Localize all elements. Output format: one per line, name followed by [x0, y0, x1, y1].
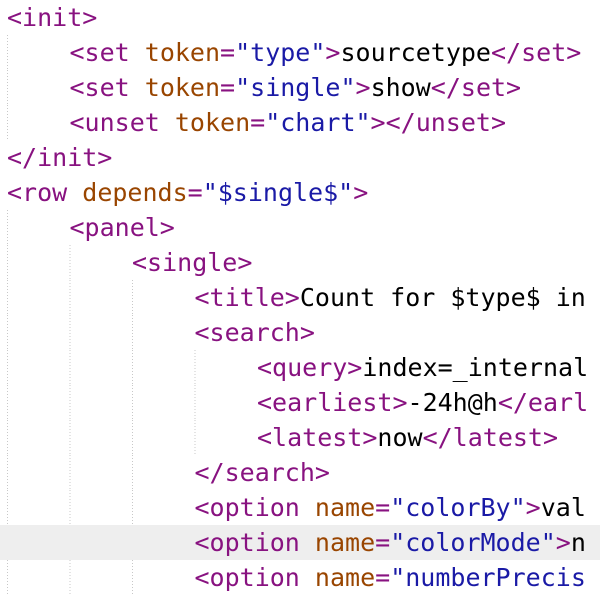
code-token-attr: depends [82, 178, 188, 207]
code-token-tag: </earl [497, 388, 589, 417]
code-token-txt: show [370, 73, 431, 102]
code-token-eq: = [187, 178, 203, 207]
code-token-tag: <search> [194, 318, 315, 347]
code-token-tag: </init> [7, 143, 113, 172]
code-token-tag: > [525, 493, 541, 522]
code-line-content: <option name="numberPrecis [195, 560, 586, 595]
code-line[interactable]: <query>index=_internal [0, 350, 600, 385]
code-line-content: </init> [7, 140, 112, 175]
code-token-tag: </latest> [422, 423, 559, 452]
code-token-attr: token [144, 38, 221, 67]
code-token-tag: > [355, 73, 371, 102]
code-token-txt: -24h@h [407, 388, 498, 417]
code-token-str: "colorBy" [390, 493, 526, 522]
code-token-txt: sourcetype [340, 38, 491, 67]
code-line[interactable]: <set token="single">show</set> [0, 70, 600, 105]
code-line-content: <query>index=_internal [257, 350, 588, 385]
code-token-eq: = [375, 563, 391, 592]
code-line[interactable]: <set token="type">sourcetype</set> [0, 35, 600, 70]
code-line[interactable]: <latest>now</latest> [0, 420, 600, 455]
code-line[interactable]: <init> [0, 0, 600, 35]
code-line-content: <unset token="chart"></unset> [70, 105, 507, 140]
code-token-tag: <option [194, 563, 315, 592]
code-line-content: <single> [132, 245, 252, 280]
code-token-tag: <row [7, 178, 83, 207]
code-line-content: <option name="colorMode">n [195, 525, 586, 560]
code-token-tag: > [555, 528, 571, 557]
code-line-content: <init> [7, 0, 97, 35]
code-token-attr: token [174, 108, 251, 137]
code-token-str: "type" [235, 38, 326, 67]
code-line-content: <earliest>-24h@h</earl [257, 385, 588, 420]
code-token-txt: now [377, 423, 423, 452]
code-token-tag: <set [69, 73, 145, 102]
code-token-tag: ></unset> [370, 108, 507, 137]
code-token-tag: <option [194, 493, 315, 522]
code-token-tag: <option [194, 528, 315, 557]
code-line[interactable]: <search> [0, 315, 600, 350]
code-token-str: "chart" [265, 108, 371, 137]
code-token-tag: <unset [69, 108, 175, 137]
code-line-content: <set token="single">show</set> [70, 70, 522, 105]
code-token-attr: name [314, 528, 376, 557]
code-token-tag: </set> [490, 38, 582, 67]
code-token-tag: <latest> [257, 423, 378, 452]
code-line[interactable]: <option name="colorBy">val [0, 490, 600, 525]
code-line-content: <option name="colorBy">val [195, 490, 586, 525]
code-line-content: <set token="type">sourcetype</set> [70, 35, 582, 70]
code-token-tag: </set> [430, 73, 522, 102]
code-line[interactable]: <panel> [0, 210, 600, 245]
code-line-content: <title>Count for $type$ in [195, 280, 586, 315]
code-line[interactable]: </search> [0, 455, 600, 490]
code-line[interactable]: <option name="colorMode">n [0, 525, 600, 560]
code-token-tag: <set [69, 38, 145, 67]
code-token-attr: name [314, 493, 376, 522]
code-line-content: <latest>now</latest> [257, 420, 558, 455]
code-line[interactable]: <earliest>-24h@h</earl [0, 385, 600, 420]
code-line-content: <panel> [70, 210, 175, 245]
code-token-eq: = [220, 38, 236, 67]
code-line[interactable]: <single> [0, 245, 600, 280]
code-token-txt: val [540, 493, 586, 522]
code-token-attr: name [314, 563, 376, 592]
code-line[interactable]: <unset token="chart"></unset> [0, 105, 600, 140]
code-token-str: "numberPrecis [390, 563, 586, 592]
code-editor[interactable]: <init> <set token="type">sourcetype</set>… [0, 0, 600, 600]
code-line[interactable]: <option name="numberPrecis [0, 560, 600, 595]
code-token-txt: n [570, 528, 586, 557]
code-token-eq: = [375, 528, 391, 557]
code-token-tag: </search> [194, 458, 330, 487]
code-token-str: "single" [235, 73, 356, 102]
code-token-tag: > [325, 38, 341, 67]
code-line-content: <search> [195, 315, 315, 350]
code-token-eq: = [375, 493, 391, 522]
code-line[interactable]: </init> [0, 140, 600, 175]
code-token-tag: <panel> [69, 213, 175, 242]
code-token-tag: <earliest> [257, 388, 408, 417]
code-line[interactable]: <title>Count for $type$ in [0, 280, 600, 315]
code-token-str: "$single$" [202, 178, 354, 207]
code-token-attr: token [144, 73, 221, 102]
code-token-str: "colorMode" [390, 528, 556, 557]
code-line-content: <row depends="$single$"> [7, 175, 368, 210]
code-token-eq: = [220, 73, 236, 102]
code-token-txt: index=_internal [362, 353, 589, 382]
code-token-txt: Count for $type$ in [299, 283, 586, 312]
code-token-tag: <query> [257, 353, 363, 382]
code-line-content: </search> [195, 455, 330, 490]
code-token-tag: > [353, 178, 369, 207]
code-token-tag: <init> [7, 3, 98, 32]
code-token-tag: <title> [194, 283, 300, 312]
code-token-eq: = [250, 108, 266, 137]
code-line[interactable]: <row depends="$single$"> [0, 175, 600, 210]
code-token-tag: <single> [132, 248, 253, 277]
